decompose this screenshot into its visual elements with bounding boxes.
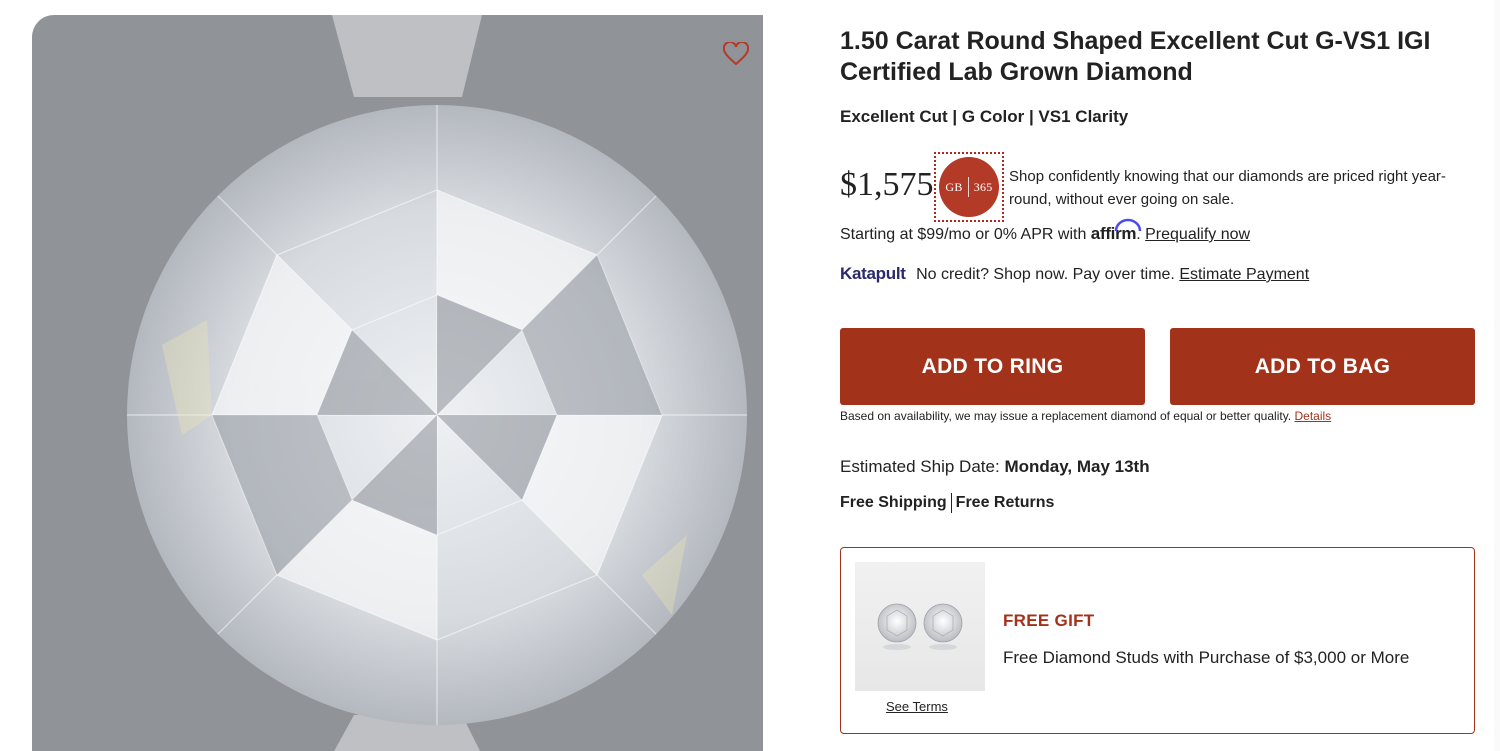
see-terms-link[interactable]: See Terms [886, 699, 948, 714]
product-title: 1.50 Carat Round Shaped Excellent Cut G-… [840, 27, 1431, 86]
affirm-arc-icon [1114, 218, 1142, 232]
ship-date: Monday, May 13th [1004, 457, 1150, 476]
availability-note: Based on availability, we may issue a re… [840, 409, 1331, 423]
price-row: $1,575 GB 365 Shop confidently knowing t… [840, 152, 1480, 222]
price-guarantee-badge[interactable]: GB 365 [934, 152, 1004, 222]
gb365-badge-icon: GB 365 [939, 157, 999, 217]
affirm-financing: Starting at $99/mo or 0% APR with affirm… [840, 218, 1250, 244]
badge-divider [967, 177, 969, 197]
free-gift-promo: See Terms FREE GIFT Free Diamond Studs w… [840, 547, 1475, 734]
divider [950, 493, 952, 513]
add-to-ring-button[interactable]: ADD TO RING [840, 328, 1145, 405]
badge-left-text: GB [945, 179, 963, 194]
product-subtitle: Excellent Cut | G Color | VS1 Clarity [840, 107, 1129, 126]
shipping-returns: Free Shipping Free Returns [840, 493, 1054, 513]
katapult-text: No credit? Shop now. Pay over time. [916, 266, 1175, 283]
katapult-financing: Katapult No credit? Shop now. Pay over t… [840, 264, 1309, 284]
product-image [32, 15, 763, 751]
gift-title: FREE GIFT [1003, 611, 1095, 630]
estimated-ship-date: Estimated Ship Date: Monday, May 13th [840, 457, 1150, 477]
gift-description: Free Diamond Studs with Purchase of $3,0… [1003, 648, 1410, 667]
details-link[interactable]: Details [1294, 409, 1331, 423]
free-returns-text: Free Returns [955, 494, 1055, 512]
prequalify-link[interactable]: Prequalify now [1145, 226, 1250, 243]
heart-icon[interactable] [722, 40, 752, 68]
page-edge [1494, 0, 1500, 751]
free-shipping-text: Free Shipping [840, 494, 947, 512]
price-guarantee-note: Shop confidently knowing that our diamon… [1009, 168, 1446, 208]
diamond-studs-image [855, 562, 985, 691]
diamond-image [127, 15, 747, 751]
affirm-logo: affirm [1091, 218, 1142, 243]
add-to-bag-button[interactable]: ADD TO BAG [1170, 328, 1475, 405]
estimate-payment-link[interactable]: Estimate Payment [1179, 266, 1309, 283]
affirm-text: Starting at $99/mo or 0% APR with [840, 226, 1087, 243]
badge-right-text: 365 [973, 179, 993, 194]
product-price: $1,575 [840, 166, 934, 203]
availability-text: Based on availability, we may issue a re… [840, 409, 1292, 423]
katapult-logo: Katapult [840, 264, 906, 283]
ship-label: Estimated Ship Date: [840, 457, 1000, 476]
studs-graphic [877, 603, 963, 650]
